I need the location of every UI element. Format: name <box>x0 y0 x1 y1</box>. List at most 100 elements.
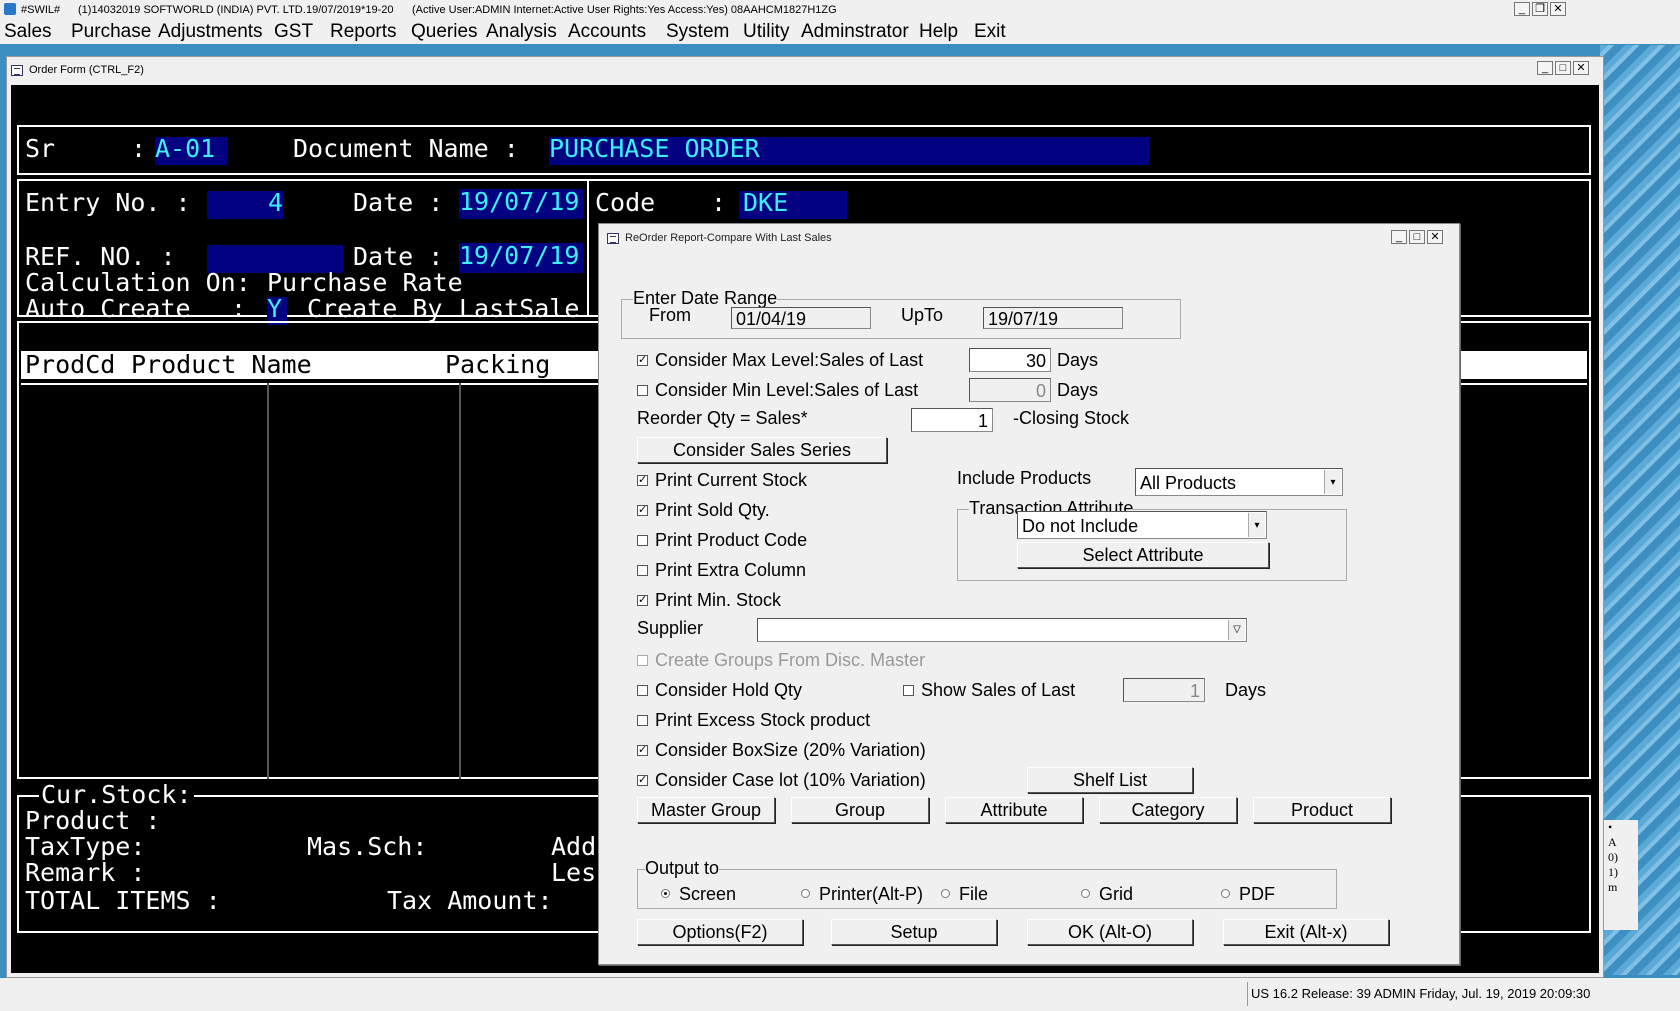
create-by-value[interactable]: LastSale <box>459 295 579 323</box>
total-items-label: TOTAL ITEMS : <box>25 886 221 915</box>
menu-reports[interactable]: Reports <box>330 20 397 44</box>
print-product-code-label: Print Product Code <box>655 530 808 550</box>
desktop-partial-window: • A 0) 1) m <box>1604 820 1638 930</box>
output-file-radio[interactable] <box>941 889 950 898</box>
output-file-label: File <box>959 884 989 904</box>
max-level-checkbox[interactable]: ✓ <box>637 355 648 366</box>
options-button[interactable]: Options(F2) <box>637 919 803 945</box>
caselot-label: Consider Case lot (10% Variation) <box>655 770 926 790</box>
exit-button[interactable]: Exit (Alt-x) <box>1223 919 1389 945</box>
from-date-input[interactable]: 01/04/19 <box>731 307 871 329</box>
print-product-code-checkbox[interactable] <box>637 535 648 546</box>
min-level-checkbox[interactable] <box>637 385 648 396</box>
menu-sales[interactable]: Sales <box>4 20 52 44</box>
attribute-button[interactable]: Attribute <box>945 797 1083 823</box>
setup-button[interactable]: Setup <box>831 919 997 945</box>
minimize-icon[interactable]: _ <box>1514 2 1530 16</box>
consider-sales-series-button[interactable]: Consider Sales Series <box>637 437 887 463</box>
status-bar: US 16.2 Release: 39 ADMIN Friday, Jul. 1… <box>0 978 1680 1011</box>
excess-stock-checkbox[interactable] <box>637 715 648 726</box>
upto-date-input[interactable]: 19/07/19 <box>983 307 1123 329</box>
window-icon <box>607 232 619 244</box>
chevron-down-icon[interactable]: ▾ <box>1248 513 1265 537</box>
menu-help[interactable]: Help <box>919 20 958 44</box>
cur-stock-label: Cur.Stock: <box>39 780 194 809</box>
group-button[interactable]: Group <box>791 797 929 823</box>
menu-queries[interactable]: Queries <box>411 20 478 44</box>
ok-button[interactable]: OK (Alt-O) <box>1027 919 1193 945</box>
menu-utility[interactable]: Utility <box>743 20 789 44</box>
master-group-button[interactable]: Master Group <box>637 797 775 823</box>
ref-date-label: Date : <box>353 242 444 271</box>
product-button[interactable]: Product <box>1253 797 1391 823</box>
grid-header-product-name: Product Name <box>131 350 312 379</box>
transaction-attribute-dropdown[interactable]: Do not Include ▾ <box>1017 511 1267 539</box>
ref-date-value[interactable]: 19/07/19 <box>459 242 579 270</box>
menu-analysis[interactable]: Analysis <box>486 20 557 44</box>
date-value[interactable]: 19/07/19 <box>459 188 579 216</box>
reorder-qty-input[interactable]: 1 <box>911 408 993 432</box>
maximize-icon[interactable]: □ <box>1409 230 1425 244</box>
supplier-dropdown[interactable]: ▽ <box>757 618 1247 642</box>
menu-accounts[interactable]: Accounts <box>568 20 646 44</box>
minimize-icon[interactable]: _ <box>1537 61 1553 75</box>
app-icon <box>4 0 16 20</box>
menu-purchase[interactable]: Purchase <box>71 20 151 44</box>
output-pdf-radio[interactable] <box>1221 889 1230 898</box>
hold-qty-checkbox[interactable] <box>637 685 648 696</box>
closing-stock-label: -Closing Stock <box>1013 408 1130 428</box>
minimize-icon[interactable]: _ <box>1391 230 1407 244</box>
select-attribute-button[interactable]: Select Attribute <box>1017 542 1269 568</box>
max-level-days-input[interactable]: 30 <box>969 348 1051 372</box>
show-sales-days-input[interactable]: 1 <box>1123 678 1205 702</box>
order-form-title: Order Form (CTRL_F2) <box>11 61 144 79</box>
show-sales-label: Show Sales of Last <box>921 680 1076 700</box>
close-icon[interactable]: ✕ <box>1427 230 1443 244</box>
menu-adminstrator[interactable]: Adminstrator <box>801 20 909 44</box>
entry-no-value[interactable]: 4 <box>207 189 283 217</box>
menu-adjustments[interactable]: Adjustments <box>158 20 263 44</box>
code-value[interactable]: DKE <box>743 189 788 217</box>
caselot-checkbox[interactable]: ✓ <box>637 775 648 786</box>
massch-label: Mas.Sch: <box>307 832 428 861</box>
remark-label: Remark : <box>25 858 146 887</box>
taxtype-label: TaxType: <box>25 832 146 861</box>
close-icon[interactable]: ✕ <box>1550 2 1566 16</box>
print-sold-qty-checkbox[interactable]: ✓ <box>637 505 648 516</box>
menu-gst[interactable]: GST <box>274 20 313 44</box>
shelf-list-button[interactable]: Shelf List <box>1027 767 1193 793</box>
chevron-down-icon[interactable]: ▾ <box>1324 470 1341 494</box>
create-groups-checkbox[interactable] <box>637 655 648 666</box>
show-sales-checkbox[interactable] <box>903 685 914 696</box>
show-sales-days-label: Days <box>1225 680 1267 700</box>
chevron-down-icon[interactable]: ▽ <box>1228 620 1245 640</box>
menu-exit[interactable]: Exit <box>974 20 1006 44</box>
min-level-days-input[interactable]: 0 <box>969 378 1051 402</box>
print-extra-column-label: Print Extra Column <box>655 560 807 580</box>
output-grid-label: Grid <box>1099 884 1134 904</box>
print-min-stock-checkbox[interactable]: ✓ <box>637 595 648 606</box>
output-screen-radio[interactable] <box>661 889 670 898</box>
calculation-on-value[interactable]: Purchase Rate <box>267 269 463 297</box>
document-name-value[interactable]: PURCHASE ORDER <box>549 135 760 163</box>
output-printer-label: Printer(Alt-P) <box>819 884 924 904</box>
entry-no-label: Entry No. : <box>25 188 191 217</box>
category-button[interactable]: Category <box>1099 797 1237 823</box>
output-printer-radio[interactable] <box>801 889 810 898</box>
maximize-icon[interactable]: □ <box>1555 61 1571 75</box>
create-by-label: Create By <box>307 294 443 323</box>
auto-create-value[interactable]: Y <box>267 295 282 323</box>
print-current-stock-checkbox[interactable]: ✓ <box>637 475 648 486</box>
session-info: (Active User:ADMIN Internet:Active User … <box>412 4 837 16</box>
supplier-label: Supplier <box>637 618 704 638</box>
include-products-dropdown[interactable]: All Products ▾ <box>1135 468 1343 496</box>
close-icon[interactable]: ✕ <box>1573 61 1589 75</box>
app-title-bar: #SWIL# (1)14032019 SOFTWORLD (INDIA) PVT… <box>0 0 1680 20</box>
min-level-days-label: Days <box>1057 380 1099 400</box>
menu-system[interactable]: System <box>666 20 729 44</box>
print-extra-column-checkbox[interactable] <box>637 565 648 576</box>
boxsize-checkbox[interactable]: ✓ <box>637 745 648 756</box>
sr-value[interactable]: A-01 <box>155 135 215 163</box>
output-grid-radio[interactable] <box>1081 889 1090 898</box>
restore-icon[interactable]: ❐ <box>1532 2 1548 16</box>
